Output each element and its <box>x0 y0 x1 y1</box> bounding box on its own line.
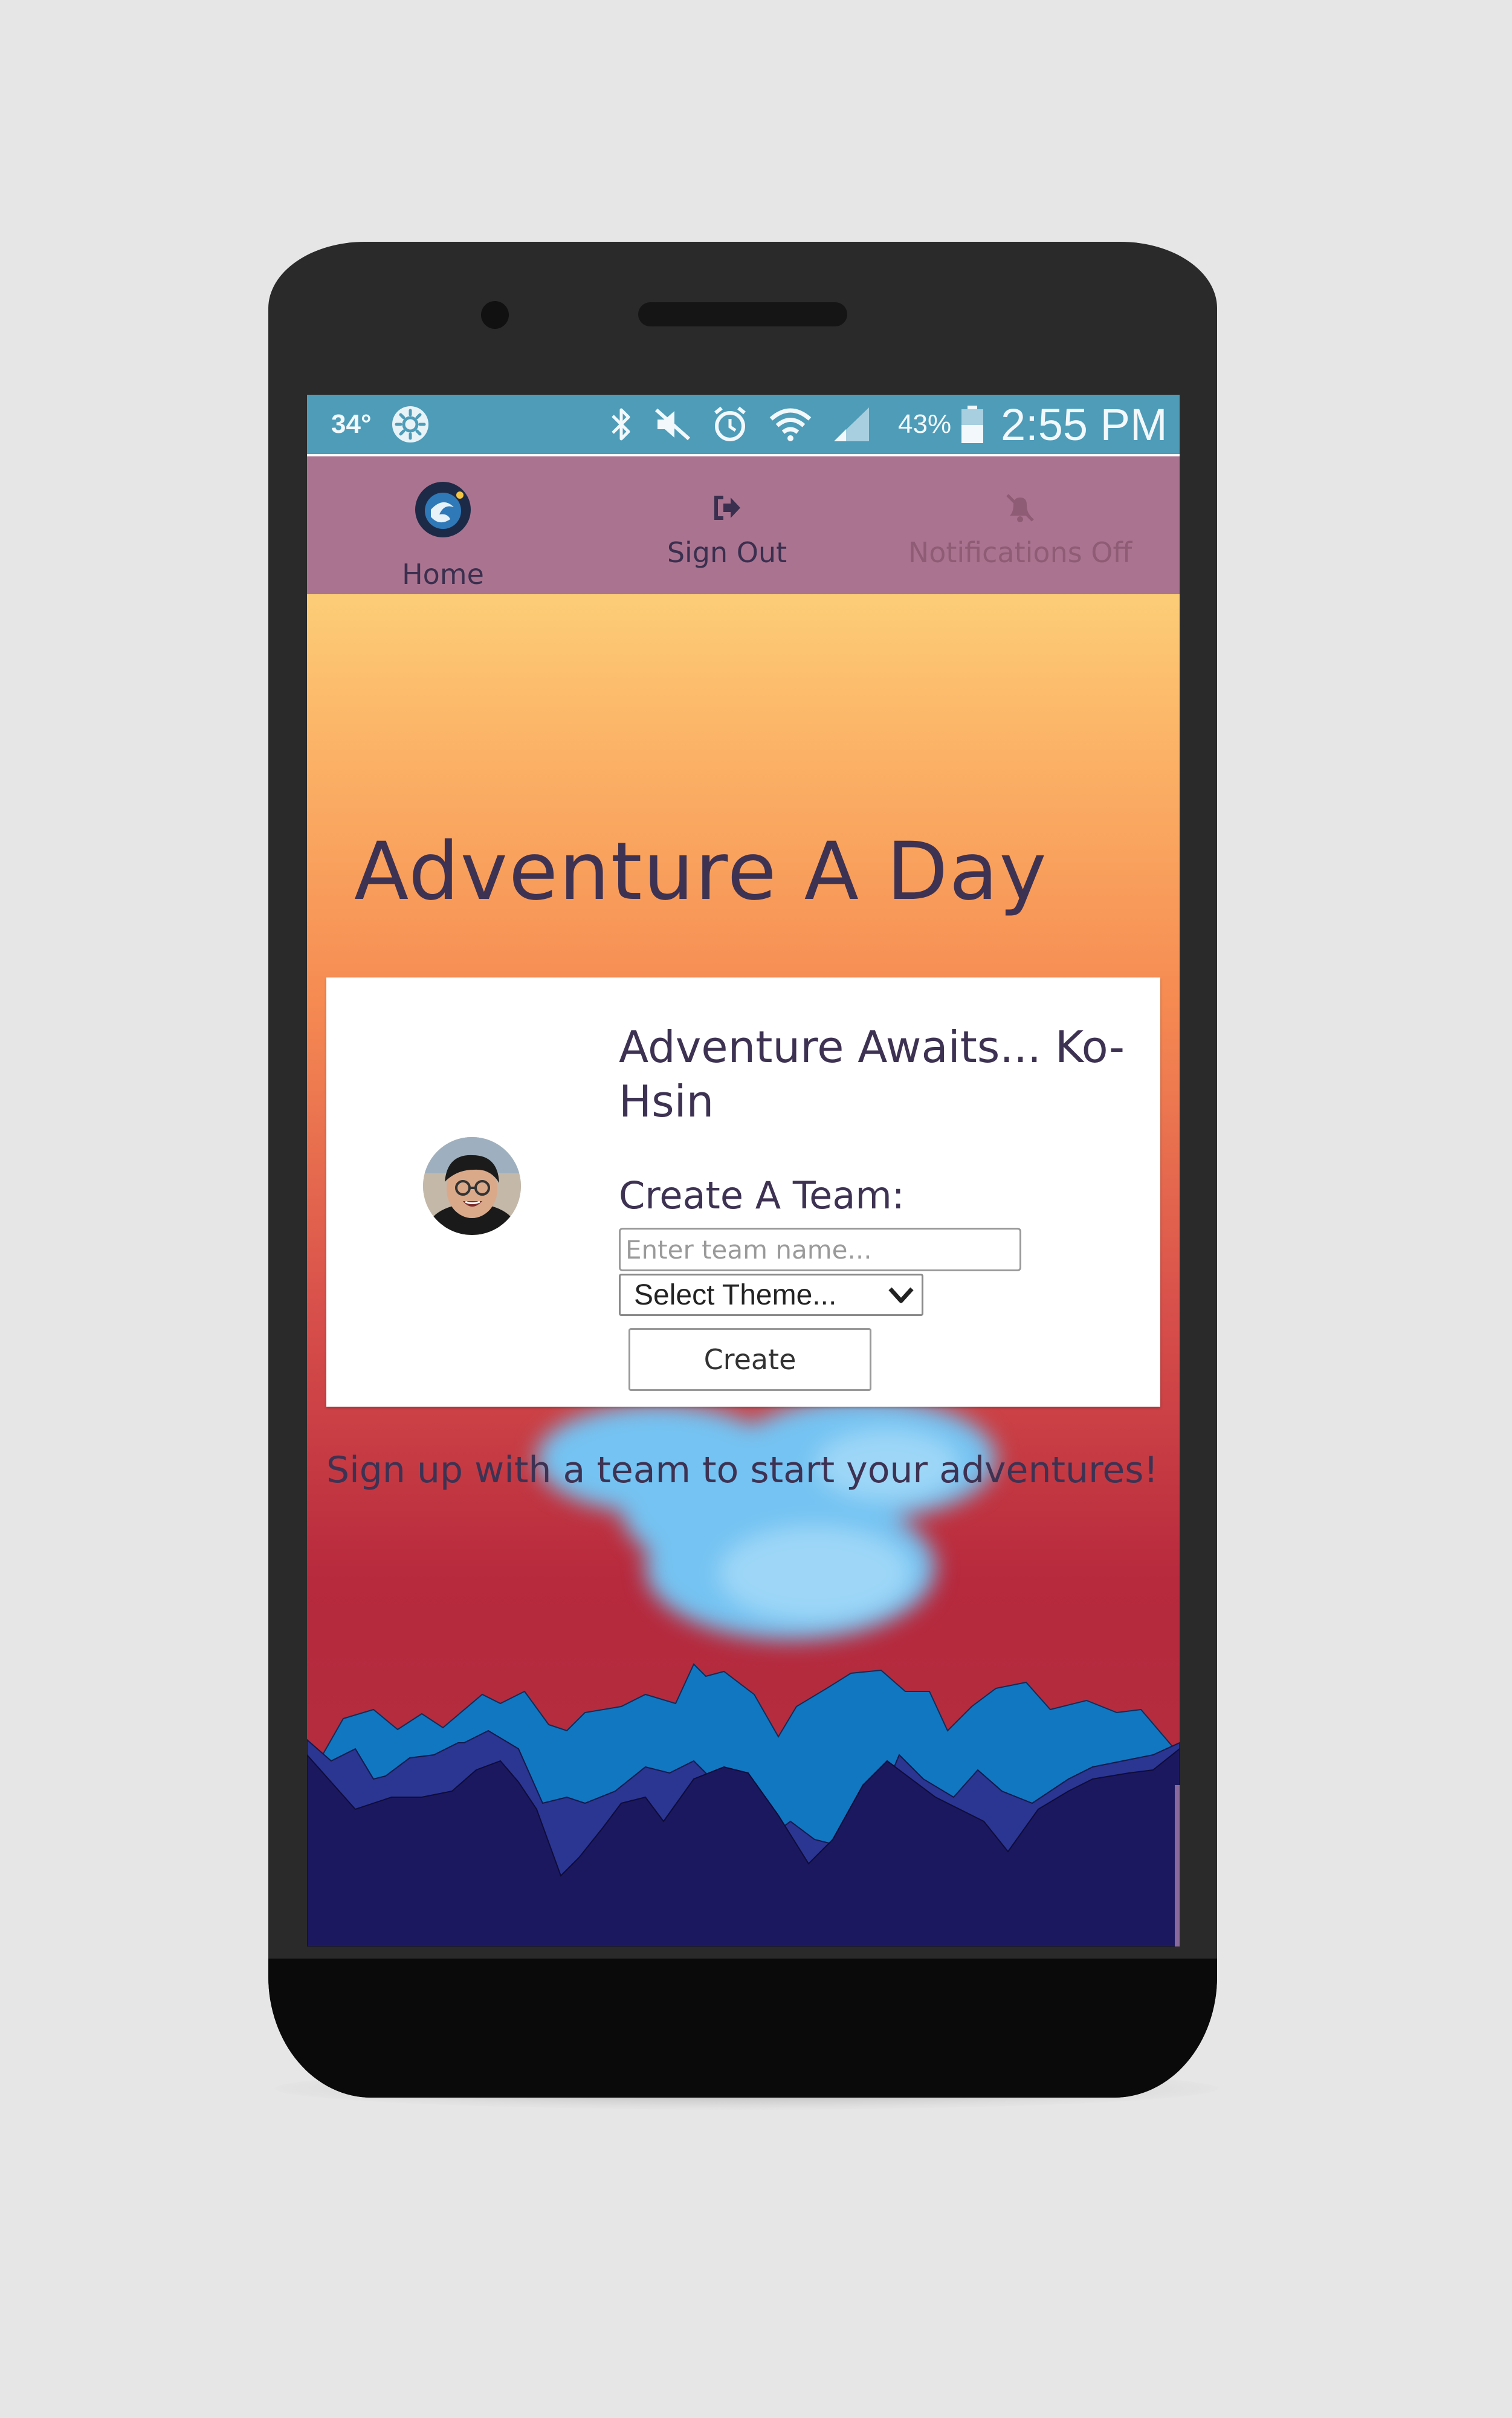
cloud-illustration <box>537 1398 996 1640</box>
page-title: Adventure A Day <box>354 825 1048 918</box>
phone-chin <box>268 1959 1217 2098</box>
status-temperature: 34° <box>331 409 372 439</box>
avatar <box>423 1137 521 1235</box>
status-bar: 34° 43% 2:55 PM <box>307 395 1180 454</box>
home-logo-icon <box>413 479 473 540</box>
mute-icon <box>655 408 690 441</box>
phone-screen: 34° 43% 2:55 PM Home Sign Out Notificati… <box>307 395 1180 1946</box>
theme-select[interactable]: Select Theme... <box>619 1274 923 1316</box>
nav-home-label: Home <box>402 558 484 591</box>
chevron-down-icon <box>888 1287 914 1303</box>
app-nav: Home Sign Out Notifications Off <box>307 456 1180 594</box>
mountain-illustration <box>307 1663 1180 1946</box>
signal-icon <box>834 407 869 441</box>
earpiece-speaker <box>638 302 847 326</box>
battery-percent: 43% <box>898 409 952 439</box>
profile-card: Adventure Awaits... Ko-Hsin Create A Tea… <box>326 977 1160 1407</box>
front-camera <box>481 301 509 329</box>
weather-icon <box>390 395 430 454</box>
greeting-heading: Adventure Awaits... Ko-Hsin <box>619 1022 1125 1127</box>
signup-message: Sign up with a team to start your advent… <box>326 1449 1158 1491</box>
create-team-label: Create A Team: <box>619 1173 905 1217</box>
battery-icon <box>960 395 985 454</box>
bluetooth-icon <box>612 408 630 441</box>
wifi-icon <box>769 408 812 441</box>
theme-select-value: Select Theme... <box>634 1279 837 1311</box>
nav-notifications-label: Notifications Off <box>908 536 1132 569</box>
sign-out-icon <box>711 493 743 523</box>
nav-sign-out[interactable]: Sign Out <box>627 456 827 594</box>
team-name-input[interactable] <box>619 1228 1021 1271</box>
nav-sign-out-label: Sign Out <box>667 536 787 569</box>
status-time: 2:55 PM <box>1001 399 1168 450</box>
screen-edge-strip <box>1175 1785 1180 1946</box>
status-icons <box>609 395 870 454</box>
create-team-button[interactable]: Create <box>628 1328 871 1391</box>
bell-off-icon <box>1004 493 1036 523</box>
nav-notifications[interactable]: Notifications Off <box>887 456 1153 594</box>
nav-home[interactable]: Home <box>373 456 512 594</box>
alarm-icon <box>714 406 746 441</box>
